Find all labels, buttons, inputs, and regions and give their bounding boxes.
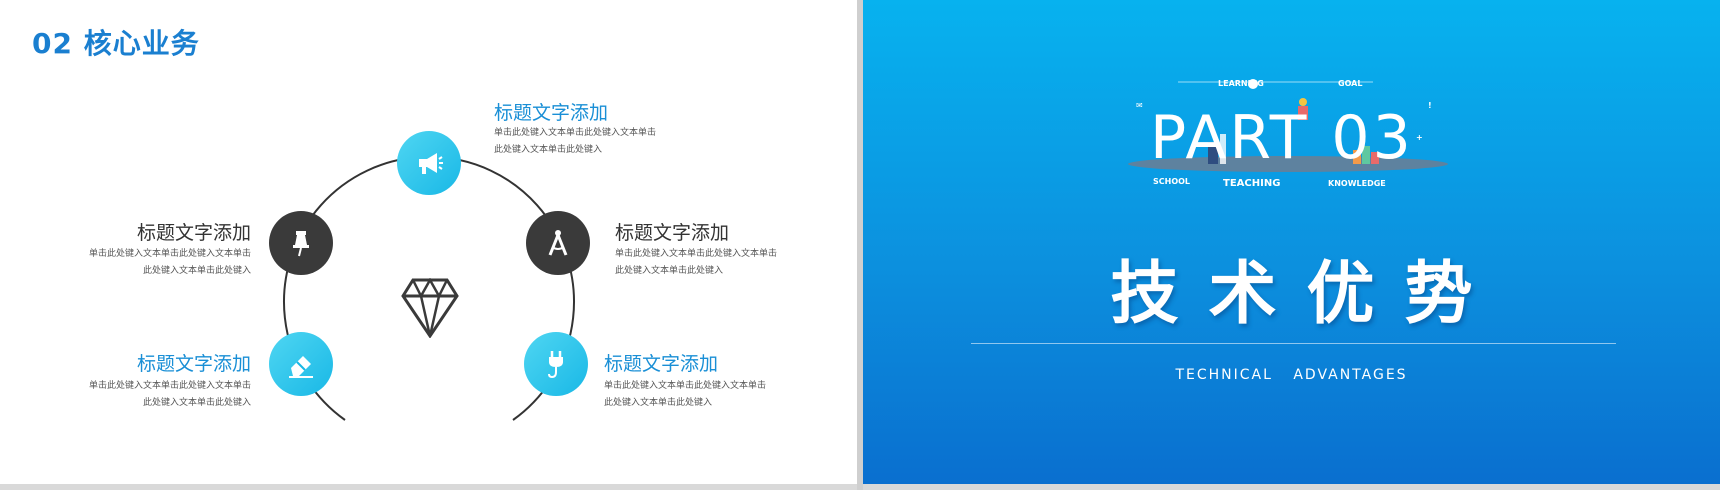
title-divider: [971, 343, 1616, 344]
megaphone-icon: [419, 153, 443, 174]
node-upper-right[interactable]: [526, 211, 590, 275]
pushpin-icon: [293, 231, 309, 257]
diamond-icon: [401, 278, 459, 338]
item-body-lower-right: 单击此处键入文本单击此处键入文本单击此处键入文本单击此处键入: [604, 381, 767, 408]
item-title-upper-right: 标题文字添加: [615, 222, 730, 244]
subtitle: TECHNICAL ADVANTAGES: [1175, 367, 1408, 383]
eraser-icon: [289, 356, 313, 378]
item-body-upper-right: 单击此处键入文本单击此处键入文本单击此处键入文本单击此处键入: [615, 249, 778, 276]
illus-word-school: SCHOOL: [1153, 177, 1190, 186]
node-top[interactable]: [397, 131, 461, 195]
speech-bubble-icon: ✉: [1136, 101, 1143, 110]
item-title-lower-right: 标题文字添加: [604, 353, 719, 375]
exclaim-bubble-icon: !: [1428, 101, 1432, 110]
stage: 02 核心业务 标题文字添加 单击此处键入文本单击此处键入文本单击此处键入文本单…: [0, 0, 1720, 490]
part-label: PART 03: [1150, 103, 1414, 173]
illus-word-knowledge: KNOWLEDGE: [1328, 179, 1386, 188]
node-lower-right[interactable]: [524, 332, 588, 396]
illus-word-learning: LEARNING: [1218, 79, 1264, 88]
sparkle-icon: +: [1416, 133, 1423, 142]
slide-technical-advantages[interactable]: LEARNING GOAL SCHOOL TEACHING KNOWLEDGE …: [863, 0, 1720, 484]
item-title-top: 标题文字添加: [494, 102, 609, 124]
illus-word-goal: GOAL: [1338, 79, 1362, 88]
slide-core-business[interactable]: 02 核心业务 标题文字添加 单击此处键入文本单击此处键入文本单击此处键入文本单…: [0, 0, 857, 484]
compass-icon: [548, 230, 568, 256]
node-lower-left[interactable]: [269, 332, 333, 396]
item-body-top: 单击此处键入文本单击此处键入文本单击此处键入文本单击此处键入: [494, 128, 657, 155]
item-body-lower-left: 单击此处键入文本单击此处键入文本单击此处键入文本单击此处键入: [88, 381, 251, 408]
illus-word-teaching: TEACHING: [1223, 178, 1280, 189]
item-body-upper-left: 单击此处键入文本单击此处键入文本单击此处键入文本单击此处键入: [88, 249, 251, 276]
item-title-upper-left: 标题文字添加: [136, 222, 251, 244]
main-title: 技术优势: [1110, 255, 1503, 334]
item-title-lower-left: 标题文字添加: [136, 353, 251, 375]
plug-icon: [548, 351, 563, 379]
node-upper-left[interactable]: [269, 211, 333, 275]
